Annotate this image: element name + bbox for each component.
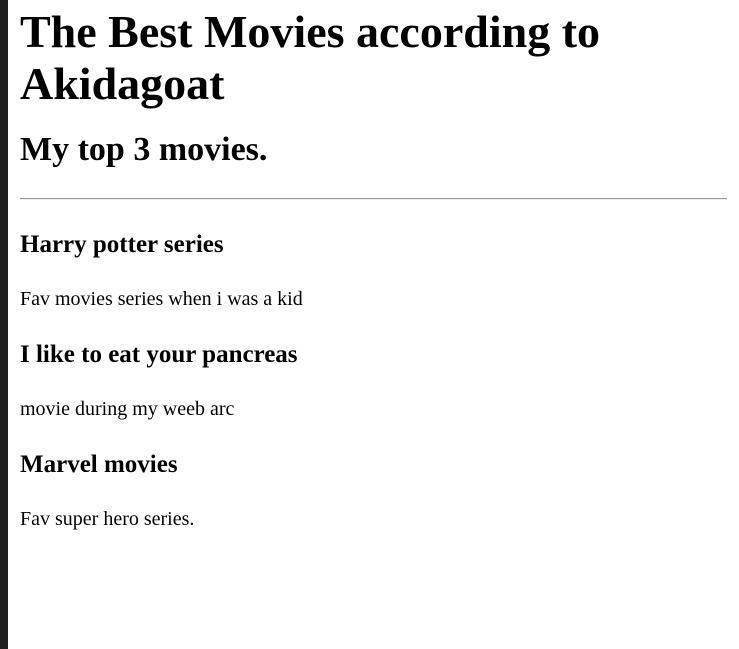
movie-item: Marvel movies Fav super hero series. [20,450,727,531]
window-left-edge [0,0,8,649]
page-subtitle: My top 3 movies. [20,131,268,168]
divider [20,198,727,200]
movie-description: Fav super hero series. [20,508,195,530]
movie-description: Fav movies series when i was a kid [20,288,303,310]
movie-title: Harry potter series [20,231,224,258]
movie-description: movie during my weeb arc [20,398,235,420]
movie-title: Marvel movies [20,451,178,478]
movie-item: Harry potter series Fav movies series wh… [20,230,727,311]
page-content: The Best Movies according to Akidagoat M… [20,0,727,531]
page-title: The Best Movies according to Akidagoat [20,6,601,109]
movie-title: I like to eat your pancreas [20,341,298,368]
movie-item: I like to eat your pancreas movie during… [20,340,727,421]
